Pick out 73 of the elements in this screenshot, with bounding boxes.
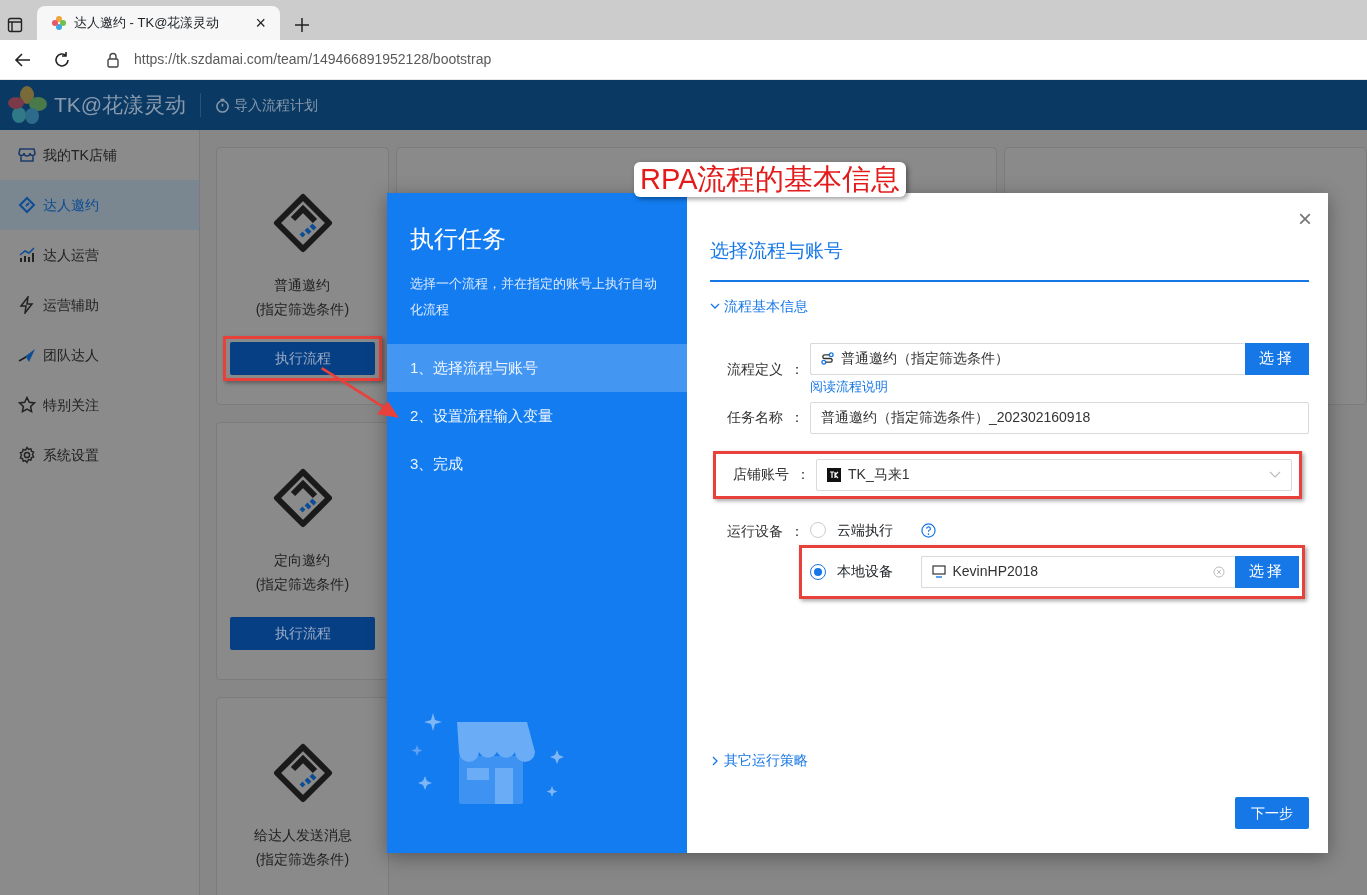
step-item[interactable]: 3、完成 — [387, 440, 687, 488]
settings-icon — [18, 446, 36, 464]
annotation-title: RPA流程的基本信息 — [634, 162, 907, 197]
handshake-icon — [272, 743, 333, 803]
modal-description: 选择一个流程，并在指定的账号上执行自动化流程 — [410, 275, 658, 319]
chevron-icon — [710, 301, 720, 311]
store-icon — [18, 146, 36, 164]
flower-icon — [51, 15, 67, 31]
brand-name: TK@花漾灵动 — [54, 92, 187, 119]
field-colon: ： — [796, 465, 811, 484]
next-button[interactable]: 下一步 — [1235, 797, 1309, 829]
field-label: 任务名称 — [726, 408, 784, 427]
radio-label: 云端执行 — [836, 520, 893, 540]
flow-field[interactable]: 普通邀约（指定筛选条件） — [810, 342, 1245, 375]
lock-icon — [106, 51, 120, 68]
modal-title: 执行任务 — [410, 224, 507, 254]
handshake-icon — [18, 196, 36, 214]
select-button[interactable]: 选择 — [1235, 555, 1299, 588]
card-title: 给达人发送消息 — [253, 826, 352, 845]
radio-label: 本地设备 — [836, 562, 893, 581]
new-tab-icon[interactable] — [294, 17, 310, 33]
task-name-field[interactable]: 普通邀约（指定筛选条件）_202302160918 — [810, 401, 1309, 434]
close-tab-icon[interactable]: × — [255, 14, 266, 32]
close-icon[interactable]: × — [1298, 207, 1312, 231]
sidebar-item[interactable]: 系统设置 — [0, 430, 199, 480]
chevron-down-icon — [1269, 470, 1281, 479]
account-icon — [827, 467, 841, 482]
browser-tab[interactable]: 达人邀约 - TK@花漾灵动 × — [37, 6, 280, 40]
back-icon[interactable] — [14, 50, 32, 69]
field-label: 流程定义 — [726, 360, 784, 379]
select-button[interactable]: 选择 — [1245, 342, 1309, 375]
step-item[interactable]: 1、选择流程与账号 — [387, 344, 687, 392]
monitor-icon — [931, 565, 946, 578]
help-icon[interactable] — [920, 522, 936, 538]
handshake-icon — [272, 468, 333, 528]
tab-title: 达人邀约 - TK@花漾灵动 — [74, 14, 221, 33]
sidebar-item[interactable]: 我的TK店铺 — [0, 130, 199, 180]
sidebar-item[interactable]: 达人运营 — [0, 230, 199, 280]
sidebar-item[interactable]: 团队达人 — [0, 330, 199, 380]
url-text: https://tk.szdamai.com/team/149466891952128/bootstrap — [134, 50, 492, 69]
field-label: 运行设备 — [726, 521, 784, 541]
collapse-toggle[interactable]: 流程基本信息 — [710, 295, 1309, 317]
device-field[interactable]: KevinHP2018 — [920, 555, 1235, 588]
card-title: 普通邀约 — [273, 276, 332, 295]
sidebar-item[interactable]: 特别关注 — [0, 380, 199, 430]
account-dropdown[interactable]: TK_马来1 — [816, 458, 1292, 491]
run-flow-button[interactable]: 执行流程 — [230, 341, 375, 375]
card-subtitle: (指定筛选条件) — [255, 299, 350, 319]
read-instructions-link[interactable]: 阅读流程说明 — [810, 376, 888, 396]
import-plan-link[interactable]: 导入流程计划 — [215, 94, 318, 116]
collapse-toggle[interactable]: 其它运行策略 — [710, 750, 1309, 771]
field-colon: ： — [790, 360, 805, 379]
field-colon: ： — [790, 521, 805, 541]
card-subtitle: (指定筛选条件) — [254, 849, 351, 869]
reload-icon[interactable] — [53, 50, 71, 69]
flow-icon — [821, 352, 834, 365]
bar-chart-icon — [18, 246, 36, 264]
lightning-icon — [18, 296, 36, 314]
field-colon: ： — [790, 408, 805, 427]
chevron-icon — [710, 755, 720, 766]
handshake-icon — [272, 193, 333, 253]
field-label: 店铺账号 — [732, 465, 790, 484]
timer-icon — [215, 97, 231, 113]
flower-logo — [7, 85, 47, 125]
sidebar-item[interactable]: 运营辅助 — [0, 280, 199, 330]
run-flow-button[interactable]: 执行流程 — [230, 616, 375, 650]
tab-actions-icon[interactable] — [7, 17, 23, 33]
star-icon — [18, 396, 36, 414]
card-title: 定向邀约 — [273, 551, 332, 570]
card-subtitle: (指定筛选条件) — [255, 574, 350, 594]
section-heading: 选择流程与账号 — [710, 237, 1309, 282]
paper-plane-icon — [18, 346, 36, 364]
step-item[interactable]: 2、设置流程输入变量 — [387, 392, 687, 440]
